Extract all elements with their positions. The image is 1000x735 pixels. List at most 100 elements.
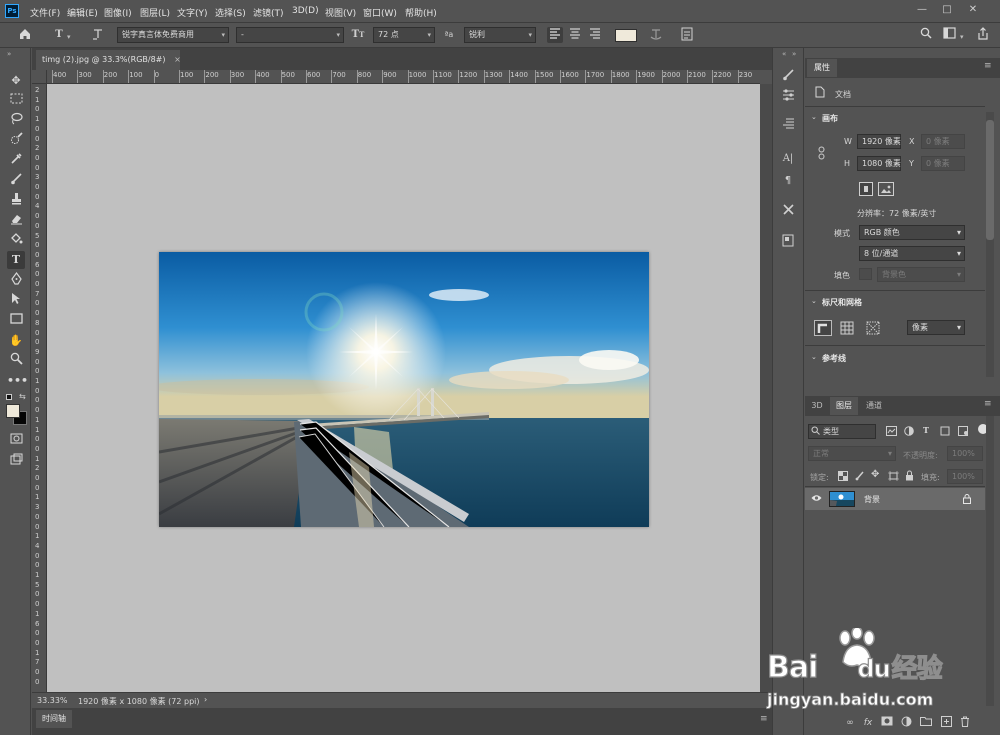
filter-shape-icon[interactable] [940,426,950,439]
properties-icon[interactable] [778,234,798,252]
tab-timeline[interactable]: 时间轴 [36,710,72,728]
menu-image[interactable]: 图像(I) [104,6,132,19]
landscape-orientation-icon[interactable] [878,182,894,196]
quick-select-tool-icon[interactable] [7,132,25,150]
bit-depth-select[interactable]: 8 位/通道 ▾ [859,246,965,261]
align-left-icon[interactable] [547,27,563,43]
menu-filter[interactable]: 滤镜(T) [253,6,284,19]
grid-toggle-icon[interactable] [840,321,854,338]
collapse-icons-icon[interactable]: « [782,50,786,58]
horizontal-ruler[interactable]: 400 300 200 100 0 100 200 300 400 500 600 700 800 900… [47,70,760,84]
lock-position-icon[interactable]: ✥ [871,469,879,480]
clone-stamp-tool-icon[interactable] [7,192,25,210]
lock-artboard-icon[interactable] [888,471,899,484]
vertical-ruler[interactable]: 2101002003004005006007008009001000110012… [32,84,47,692]
status-menu-arrow[interactable]: › [204,695,207,704]
canvas-section-title[interactable]: 画布 [822,113,838,124]
adjustments-icon[interactable] [778,88,798,106]
pixel-grid-toggle-icon[interactable] [866,321,880,338]
filter-type-icon[interactable]: T [923,425,929,435]
tab-channels[interactable]: 通道 [860,397,888,415]
new-group-icon[interactable] [919,716,933,730]
text-orientation-icon[interactable] [90,27,106,43]
align-right-icon[interactable] [587,27,603,43]
chevron-down-icon[interactable]: ⌄ [811,353,817,361]
rectangle-tool-icon[interactable] [7,312,25,330]
ruler-toggle-icon[interactable] [814,320,832,336]
warp-text-icon[interactable] [648,27,664,43]
ruler-origin[interactable] [32,70,47,84]
eraser-tool-icon[interactable] [7,212,25,230]
tab-3d[interactable]: 3D [807,397,827,415]
properties-scrollbar[interactable] [986,112,994,377]
menu-view[interactable]: 视图(V) [325,6,356,19]
filter-pixel-icon[interactable] [886,426,897,439]
document-tab[interactable]: timg (2).jpg @ 33.3%(RGB/8#) × [36,50,181,70]
align-center-icon[interactable] [567,27,583,43]
filter-smart-object-icon[interactable] [958,426,969,439]
more-tools-icon[interactable]: ••• [7,372,28,390]
marquee-tool-icon[interactable] [7,92,25,110]
workspace-icon[interactable] [941,27,957,43]
brush-settings-icon[interactable] [778,68,798,86]
pen-tool-icon[interactable] [7,272,25,290]
brush-tool-icon[interactable] [7,172,25,190]
tools-panel-icon[interactable] [778,203,798,221]
screen-mode-icon[interactable] [7,453,25,471]
type-tool-preset-icon[interactable]: T [51,27,67,43]
layer-style-icon[interactable]: fx [861,716,875,730]
share-icon[interactable] [975,27,991,43]
portrait-orientation-icon[interactable] [859,182,873,196]
character-panel-icon[interactable] [679,27,695,43]
eye-icon[interactable] [811,494,822,505]
menu-help[interactable]: 帮助(H) [405,6,437,19]
tab-properties[interactable]: 属性 [807,59,837,77]
eyedropper-tool-icon[interactable] [7,152,25,170]
menu-select[interactable]: 选择(S) [215,6,246,19]
vertical-scrollbar[interactable] [760,84,772,692]
font-style-select[interactable]: - ▾ [236,27,344,43]
lock-pixels-icon[interactable] [855,470,865,484]
lock-transparent-icon[interactable] [838,471,848,484]
swap-colors-icon[interactable]: ⇆ [19,392,26,401]
search-icon[interactable] [918,27,934,43]
quick-mask-icon[interactable] [7,432,25,450]
lock-all-icon[interactable] [905,470,914,484]
tab-layers[interactable]: 图层 [830,397,858,415]
canvas-height-input[interactable]: 1080 像素 [857,156,901,171]
menu-3d[interactable]: 3D(D) [292,6,319,16]
font-family-select[interactable]: 锐字真言体免费商用 ▾ [117,27,229,43]
collapse-toolbar-icon[interactable]: » [7,50,11,58]
hand-tool-icon[interactable]: ✋ [7,332,25,350]
chevron-down-icon[interactable]: ⌄ [811,297,817,305]
add-mask-icon[interactable] [880,716,894,730]
ruler-units-select[interactable]: 像素 ▾ [907,320,965,335]
new-layer-icon[interactable] [939,716,953,730]
paragraph-styles-icon[interactable] [778,117,798,135]
panel-menu-icon[interactable]: ≡ [984,399,992,409]
move-tool-icon[interactable]: ✥ [7,72,25,90]
link-layers-icon[interactable]: ∞ [843,716,857,730]
chevron-down-icon[interactable]: ▾ [67,33,71,41]
minimize-button[interactable]: — [912,2,932,18]
guides-section-title[interactable]: 参考线 [822,353,846,364]
character-icon[interactable]: A| [778,150,798,168]
scrollbar-thumb[interactable] [986,120,994,240]
panel-menu-icon[interactable]: ≡ [984,61,992,71]
zoom-level[interactable]: 33.33% [37,696,68,705]
delete-layer-icon[interactable] [958,716,972,730]
chevron-down-icon[interactable]: ⌄ [811,113,817,121]
close-tab-icon[interactable]: × [174,55,181,64]
menu-edit[interactable]: 编辑(E) [67,6,98,19]
menu-layer[interactable]: 图层(L) [140,6,170,19]
link-icon[interactable] [817,146,826,163]
document-image[interactable] [159,252,649,527]
color-mode-select[interactable]: RGB 颜色 ▾ [859,225,965,240]
type-tool-icon[interactable]: T [7,251,25,269]
expand-panels-icon[interactable]: » [792,50,796,58]
menu-window[interactable]: 窗口(W) [363,6,397,19]
zoom-tool-icon[interactable] [7,352,25,370]
layer-name[interactable]: 背景 [864,494,880,505]
home-icon[interactable] [17,27,33,43]
maximize-button[interactable]: □ [937,2,957,18]
